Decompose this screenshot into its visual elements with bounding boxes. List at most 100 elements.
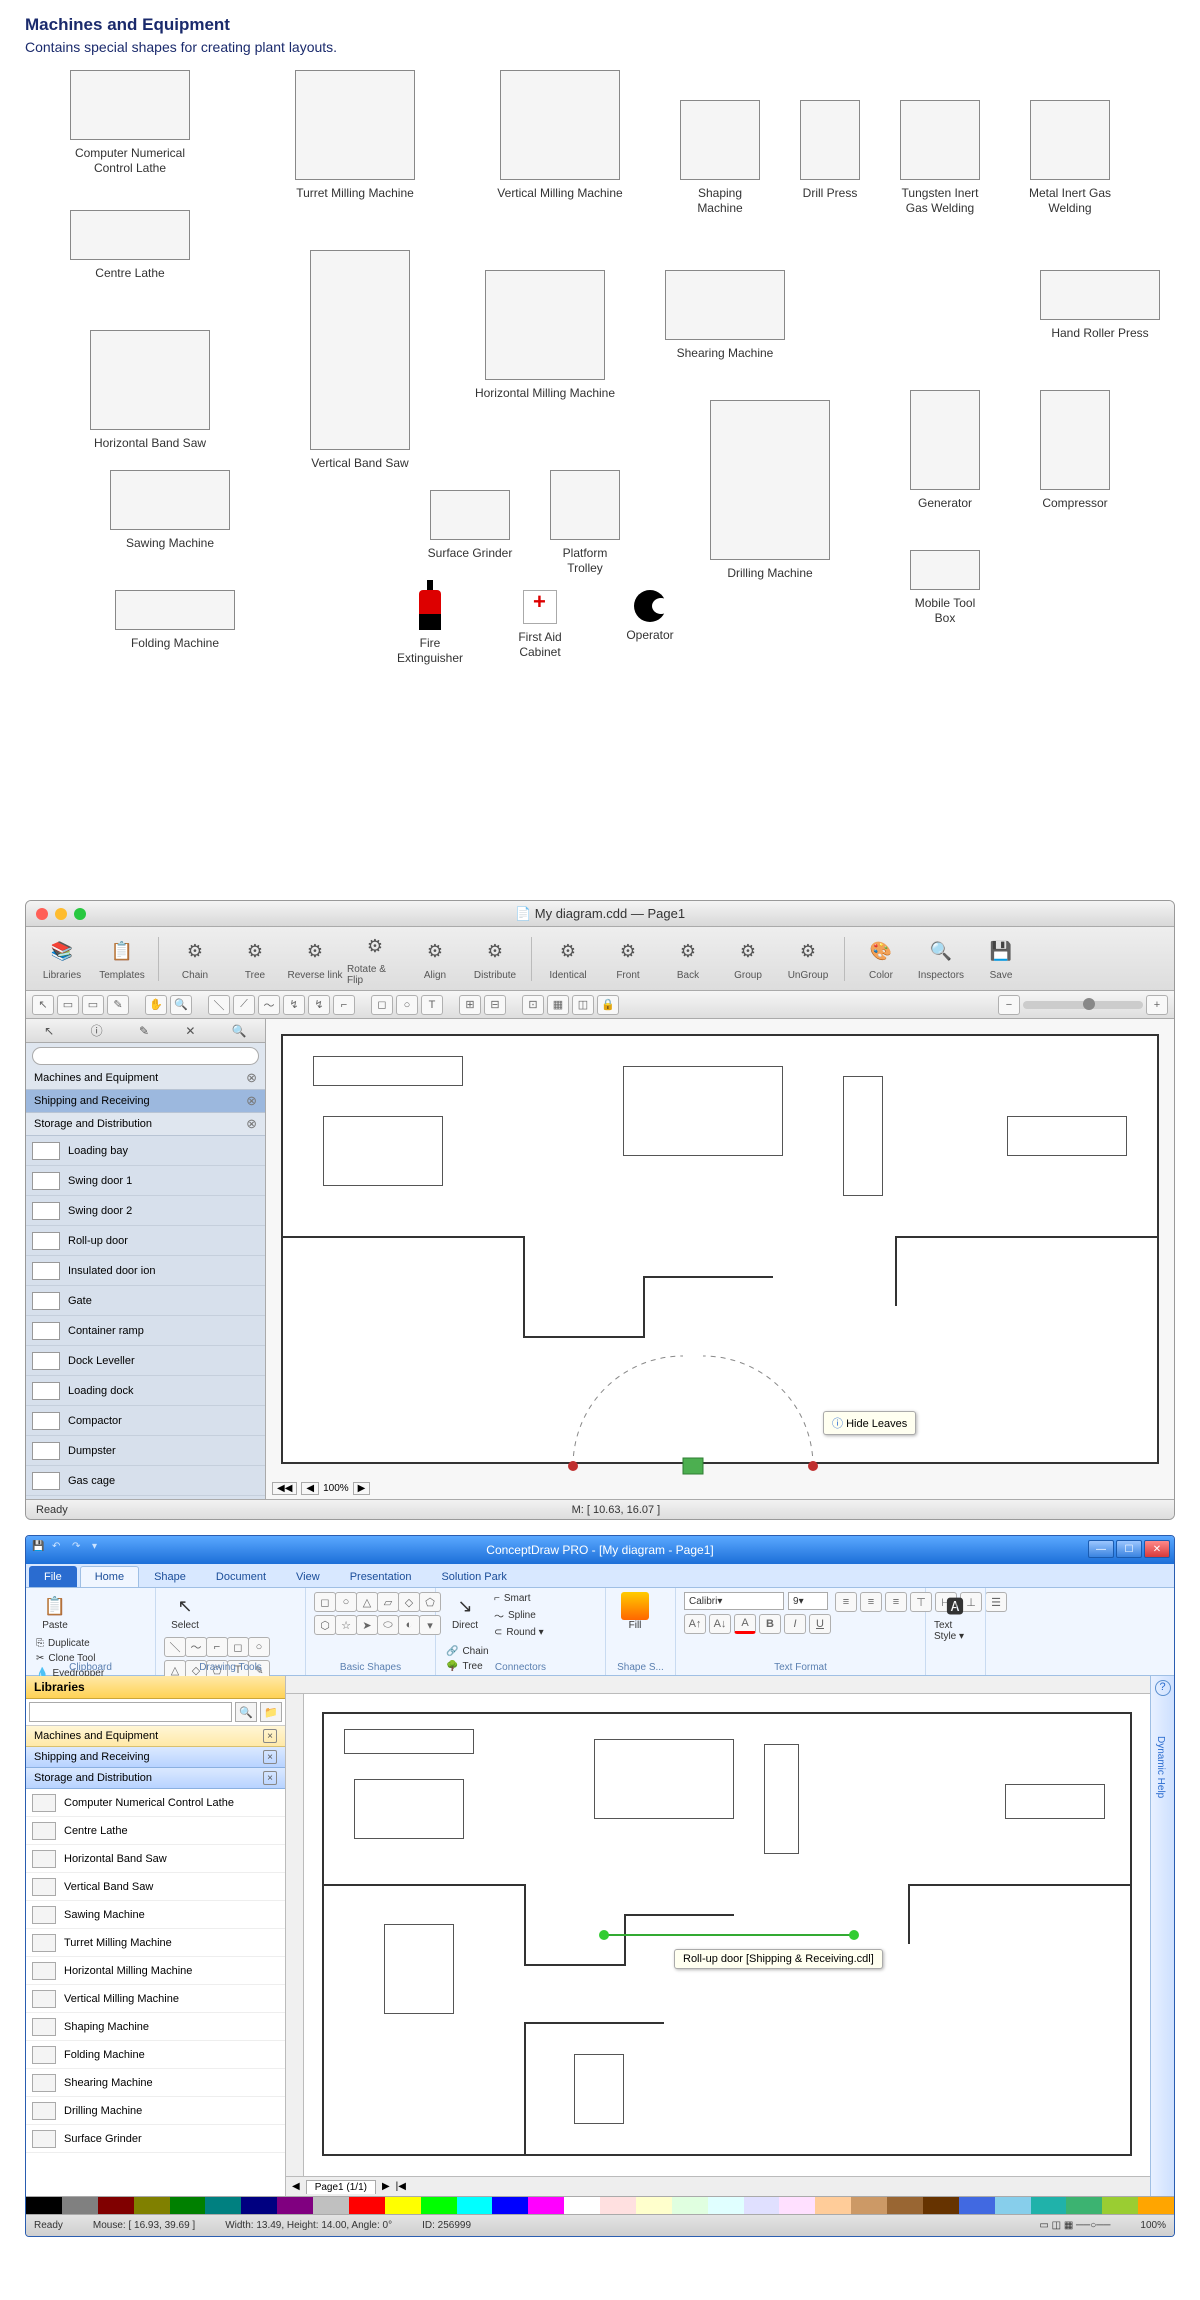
lib-item-gas-cage[interactable]: Gas cage [26,1466,265,1496]
canvas[interactable]: ⓘ Hide Leaves ◀◀◀ 100% ▶ [266,1019,1174,1499]
curve-tool-icon[interactable]: 〜 [258,995,280,1015]
shape-metal-inert-gas-welding[interactable]: Metal Inert Gas Welding [1025,100,1115,216]
color-swatch[interactable] [205,2197,241,2214]
chain-button[interactable]: ⚙Chain [167,937,223,981]
color-swatch[interactable] [134,2197,170,2214]
close-category-icon[interactable]: ⊗ [246,1093,257,1109]
lib-item-loading-bay[interactable]: Loading bay [26,1136,265,1166]
tree-button[interactable]: ⚙Tree [227,937,283,981]
ellipse-tool-icon[interactable]: ○ [396,995,418,1015]
lib-item-vertical-band-saw[interactable]: Vertical Band Saw [26,1873,285,1901]
lib-item-vertical-milling-machine[interactable]: Vertical Milling Machine [26,1985,285,2013]
color-swatch[interactable] [26,2197,62,2214]
shape-shearing-machine[interactable]: Shearing Machine [655,270,795,361]
floorplan[interactable]: ⓘ Hide Leaves [281,1034,1159,1464]
chain-connector[interactable]: 🔗 Chain [444,1645,491,1658]
font-size-selector[interactable]: 9 ▾ [788,1592,828,1610]
delete-icon[interactable]: ✕ [185,1024,195,1038]
color-swatch[interactable] [600,2197,636,2214]
back-button[interactable]: ⚙Back [660,937,716,981]
identical-button[interactable]: ⚙Identical [540,937,596,981]
color-swatch[interactable] [98,2197,134,2214]
color-swatch[interactable] [62,2197,98,2214]
maximize-button[interactable]: ☐ [1116,1540,1142,1558]
italic-icon[interactable]: I [784,1614,806,1634]
zoom-controls[interactable]: ◀◀◀ 100% ▶ [272,1482,370,1495]
select-button[interactable]: ↖Select [164,1592,206,1631]
spline-connector[interactable]: 〜 Spline [492,1607,546,1624]
tab-view[interactable]: View [281,1566,335,1587]
color-swatch[interactable] [1138,2197,1174,2214]
color-swatch[interactable] [1102,2197,1138,2214]
rect-tool-icon[interactable]: ▭ [57,995,79,1015]
shape-surface-grinder[interactable]: Surface Grinder [425,490,515,561]
library-items-list[interactable]: Computer Numerical Control LatheCentre L… [26,1789,285,2196]
browse-button[interactable]: 📁 [260,1702,282,1722]
snap-tool-icon[interactable]: ⊡ [522,995,544,1015]
lib-item-insulated-door-ion[interactable]: Insulated door ion [26,1256,265,1286]
lib-item-swing-door-2[interactable]: Swing door 2 [26,1196,265,1226]
text-style-button[interactable]: 🅰Text Style ▾ [934,1592,976,1642]
tab-solution-park[interactable]: Solution Park [426,1566,521,1587]
color-swatch[interactable] [170,2197,206,2214]
lib-item-horizontal-milling-machine[interactable]: Horizontal Milling Machine [26,1957,285,1985]
color-swatch[interactable] [887,2197,923,2214]
lib-item-computer-numerical-control-lathe[interactable]: Computer Numerical Control Lathe [26,1789,285,1817]
lib-item-roll-up-door[interactable]: Roll-up door [26,1226,265,1256]
color-swatch[interactable] [421,2197,457,2214]
tab-presentation[interactable]: Presentation [335,1566,427,1587]
color-swatch[interactable] [851,2197,887,2214]
close-category-icon[interactable]: × [263,1729,277,1743]
align-button[interactable]: ⚙Align [407,937,463,981]
placement-guide[interactable] [604,1934,854,1936]
lib-item-shaping-machine[interactable]: Shaping Machine [26,2013,285,2041]
decrease-font-icon[interactable]: A↓ [709,1614,731,1634]
distribute-button[interactable]: ⚙Distribute [467,937,523,981]
align-center-icon[interactable]: ≡ [860,1592,882,1612]
customize-qa-icon[interactable]: ▾ [92,1541,108,1557]
close-button[interactable]: ✕ [1144,1540,1170,1558]
category-storage-and-distribution[interactable]: Storage and Distribution× [26,1768,285,1789]
shape-platform-trolley[interactable]: Platform Trolley [545,470,625,576]
direct-connector-button[interactable]: ↘Direct [444,1592,486,1631]
tab-document[interactable]: Document [201,1566,281,1587]
shape-press[interactable] [1007,1116,1127,1156]
shape-compressor[interactable]: Compressor [1035,390,1115,511]
templates-button[interactable]: 📋Templates [94,937,150,981]
lib-item-horizontal-band-saw[interactable]: Horizontal Band Saw [26,1845,285,1873]
mac-titlebar[interactable]: 📄 My diagram.cdd — Page1 [26,901,1174,927]
color-swatch[interactable] [708,2197,744,2214]
shape-platform[interactable] [313,1056,463,1086]
color-swatch[interactable] [672,2197,708,2214]
door-swing[interactable] [563,1336,823,1496]
info-icon[interactable]: ⓘ [91,1022,103,1039]
category-storage-and-distribution[interactable]: Storage and Distribution⊗ [26,1113,265,1136]
close-category-icon[interactable]: ⊗ [246,1070,257,1086]
library-search-input[interactable] [32,1047,259,1065]
shape-vertical-milling-machine[interactable]: Vertical Milling Machine [485,70,635,201]
lib-item-sawing-machine[interactable]: Sawing Machine [26,1901,285,1929]
lib-item-loading-dock[interactable]: Loading dock [26,1376,265,1406]
minimize-button[interactable]: — [1088,1540,1114,1558]
color-swatch[interactable] [959,2197,995,2214]
color-swatch[interactable] [636,2197,672,2214]
color-swatch[interactable] [815,2197,851,2214]
libraries-button[interactable]: 📚Libraries [34,937,90,981]
quick-access-toolbar[interactable]: 💾 ↶ ↷ ▾ [32,1541,108,1557]
ungroup-tool-icon[interactable]: ⊟ [484,995,506,1015]
lib-item-surface-grinder[interactable]: Surface Grinder [26,2125,285,2153]
paste-button[interactable]: 📋Paste [34,1592,76,1631]
inspectors-button[interactable]: 🔍Inspectors [913,937,969,981]
color-swatch[interactable] [241,2197,277,2214]
front-button[interactable]: ⚙Front [600,937,656,981]
arc-tool-icon[interactable]: ⟋ [233,995,255,1015]
shape-lathe[interactable] [323,1116,443,1186]
reverse-link-button[interactable]: ⚙Reverse link [287,937,343,981]
shape-computer-numerical-control-lathe[interactable]: Computer Numerical Control Lathe [55,70,205,176]
color-swatch[interactable] [564,2197,600,2214]
shape-tool-icon[interactable]: ◻ [371,995,393,1015]
duplicate-button[interactable]: ⎘ Duplicate [34,1637,106,1650]
lib-item-gate[interactable]: Gate [26,1286,265,1316]
win-titlebar[interactable]: 💾 ↶ ↷ ▾ ConceptDraw PRO - [My diagram - … [26,1536,1174,1564]
lib-item-centre-lathe[interactable]: Centre Lathe [26,1817,285,1845]
